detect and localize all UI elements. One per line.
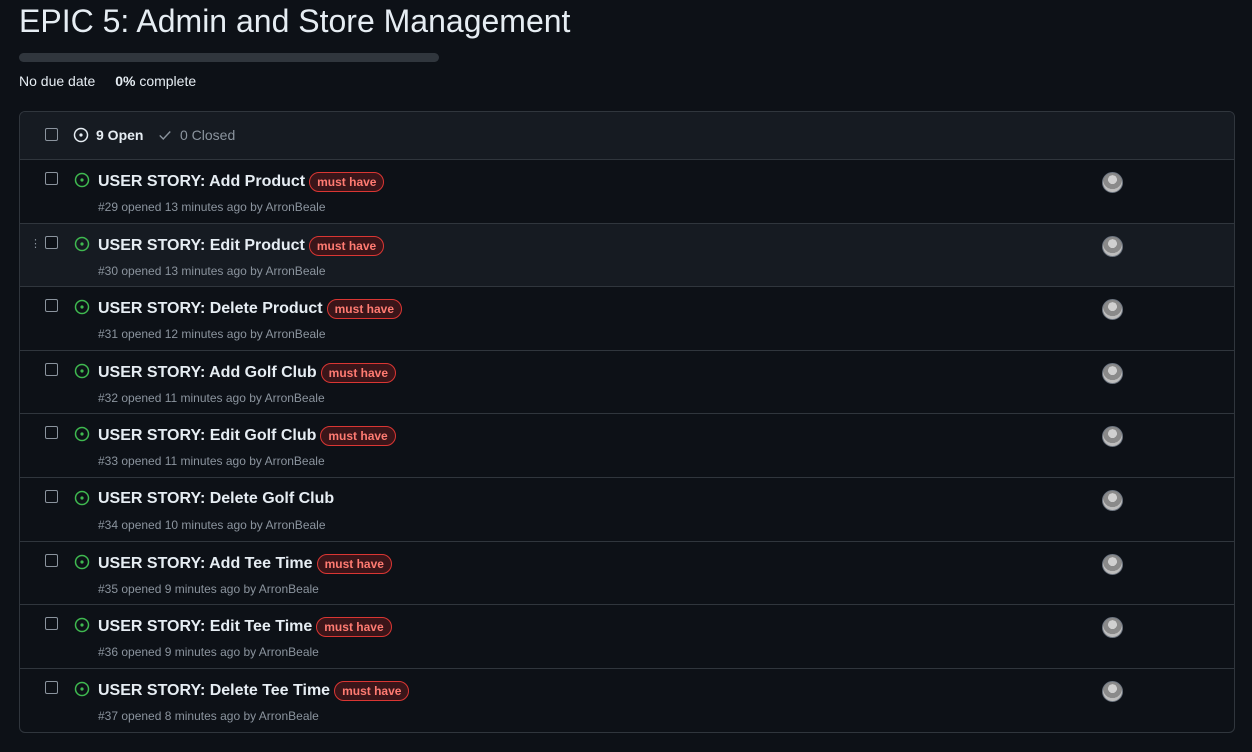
issue-checkbox[interactable] bbox=[45, 680, 58, 694]
label-must-have[interactable]: must have bbox=[320, 426, 396, 447]
issue-checkbox[interactable] bbox=[45, 362, 58, 376]
issue-rows: USER STORY: Add Product must have #29 open… bbox=[20, 160, 1234, 732]
assignee-avatar[interactable] bbox=[1102, 553, 1123, 575]
issue-row[interactable]: ⋮⋮ USER STORY: Edit Product must have #30 o… bbox=[20, 223, 1234, 288]
milestone-progress-bar bbox=[19, 53, 439, 62]
issue-meta: #31 opened 12 minutes ago by ArronBeale bbox=[98, 327, 326, 342]
issue-checkbox[interactable] bbox=[45, 426, 58, 440]
issue-meta: #34 opened 10 minutes ago by ArronBeale bbox=[98, 517, 326, 532]
label-must-have[interactable]: must have bbox=[320, 362, 397, 383]
issue-title-link[interactable]: USER STORY: Delete Tee Time bbox=[98, 682, 330, 700]
issue-title-group: USER STORY: Add Tee Time must have bbox=[98, 553, 392, 574]
completion: 0% complete bbox=[115, 73, 196, 89]
label-must-have[interactable]: must have bbox=[316, 617, 392, 638]
check-icon bbox=[158, 128, 172, 142]
assignee-avatar[interactable] bbox=[1102, 680, 1123, 702]
issue-opened-icon bbox=[74, 554, 90, 570]
issue-checkbox[interactable] bbox=[45, 235, 58, 249]
issue-title-group: USER STORY: Delete Golf Club bbox=[98, 490, 334, 508]
issue-meta: #35 opened 9 minutes ago by ArronBeale bbox=[98, 581, 319, 596]
issue-meta: #36 opened 9 minutes ago by ArronBeale bbox=[98, 645, 319, 660]
assignee-avatar[interactable] bbox=[1102, 235, 1123, 257]
issue-opened-icon bbox=[73, 127, 89, 143]
milestone-meta: No due date 0% complete bbox=[19, 73, 196, 89]
issue-opened-icon bbox=[74, 681, 90, 697]
assignee-avatar[interactable] bbox=[1102, 299, 1123, 321]
issue-title-link[interactable]: USER STORY: Add Product bbox=[98, 173, 305, 191]
assignee-avatar[interactable] bbox=[1102, 362, 1123, 384]
issue-row[interactable]: USER STORY: Edit Golf Club must have #33 o… bbox=[20, 414, 1234, 478]
issue-row[interactable]: USER STORY: Add Golf Club must have #32 op… bbox=[20, 351, 1234, 415]
issue-title-group: USER STORY: Add Product must have bbox=[98, 172, 385, 192]
due-date: No due date bbox=[19, 73, 96, 89]
issue-title-link[interactable]: USER STORY: Edit Tee Time bbox=[98, 618, 312, 636]
issue-opened-icon bbox=[74, 172, 90, 188]
issue-title-group: USER STORY: Delete Product must have bbox=[98, 299, 402, 320]
issues-list-header: 9 Open 0 Closed bbox=[20, 112, 1234, 160]
issue-title-group: USER STORY: Edit Tee Time must have bbox=[98, 617, 392, 638]
assignee-avatar[interactable] bbox=[1102, 617, 1123, 639]
issues-list: 9 Open 0 Closed USER STORY: Add Product m… bbox=[19, 111, 1235, 733]
issue-row[interactable]: USER STORY: Edit Tee Time must have #36 op… bbox=[20, 605, 1234, 669]
issue-checkbox[interactable] bbox=[45, 299, 58, 313]
issue-opened-icon bbox=[74, 363, 90, 379]
closed-count: 0 Closed bbox=[180, 127, 236, 143]
assignee-avatar[interactable] bbox=[1102, 489, 1123, 511]
issue-title-link[interactable]: USER STORY: Edit Golf Club bbox=[98, 427, 316, 445]
issue-row[interactable]: USER STORY: Delete Golf Club #34 opened 1… bbox=[20, 478, 1234, 542]
completion-label: complete bbox=[139, 73, 197, 89]
issue-row[interactable]: USER STORY: Delete Product must have #31 o… bbox=[20, 287, 1234, 351]
issue-checkbox[interactable] bbox=[45, 617, 58, 631]
issue-meta: #29 opened 13 minutes ago by ArronBeale bbox=[98, 200, 326, 214]
issue-opened-icon bbox=[74, 426, 90, 442]
issue-opened-icon bbox=[74, 236, 90, 252]
issue-opened-icon bbox=[74, 617, 90, 633]
completion-value: 0% bbox=[115, 73, 136, 89]
issue-title-link[interactable]: USER STORY: Delete Golf Club bbox=[98, 490, 334, 508]
issue-row[interactable]: USER STORY: Add Tee Time must have #35 ope… bbox=[20, 542, 1234, 606]
assignee-avatar[interactable] bbox=[1102, 426, 1123, 448]
label-must-have[interactable]: must have bbox=[334, 680, 410, 701]
issue-meta: #30 opened 13 minutes ago by ArronBeale bbox=[98, 263, 326, 278]
issue-title-link[interactable]: USER STORY: Add Tee Time bbox=[98, 555, 313, 573]
open-issues-tab[interactable]: 9 Open bbox=[73, 127, 143, 143]
issue-checkbox[interactable] bbox=[45, 553, 58, 567]
issue-opened-icon bbox=[74, 299, 90, 315]
issue-meta: #37 opened 8 minutes ago by ArronBeale bbox=[98, 708, 319, 723]
issue-title-link[interactable]: USER STORY: Add Golf Club bbox=[98, 364, 317, 382]
label-must-have[interactable]: must have bbox=[316, 553, 392, 574]
issue-meta: #33 opened 11 minutes ago by ArronBeale bbox=[98, 454, 325, 469]
closed-issues-tab[interactable]: 0 Closed bbox=[158, 127, 235, 143]
milestone-title: EPIC 5: Admin and Store Management bbox=[19, 3, 571, 39]
open-count: 9 Open bbox=[96, 127, 144, 143]
issue-checkbox[interactable] bbox=[45, 172, 58, 185]
label-must-have[interactable]: must have bbox=[326, 299, 402, 320]
issue-opened-icon bbox=[74, 490, 90, 506]
label-must-have[interactable]: must have bbox=[309, 172, 385, 192]
label-must-have[interactable]: must have bbox=[308, 235, 385, 256]
issue-checkbox[interactable] bbox=[45, 489, 58, 503]
assignee-avatar[interactable] bbox=[1102, 172, 1123, 193]
issue-title-group: USER STORY: Edit Golf Club must have bbox=[98, 426, 396, 447]
issue-meta: #32 opened 11 minutes ago by ArronBeale bbox=[98, 390, 325, 405]
issue-title-group: USER STORY: Edit Product must have bbox=[98, 235, 385, 256]
issue-title-link[interactable]: USER STORY: Edit Product bbox=[98, 237, 305, 255]
issue-row[interactable]: USER STORY: Delete Tee Time must have #37 … bbox=[20, 669, 1234, 732]
select-all-checkbox[interactable] bbox=[45, 128, 58, 141]
issue-title-group: USER STORY: Add Golf Club must have bbox=[98, 362, 397, 383]
issue-row[interactable]: USER STORY: Add Product must have #29 open… bbox=[20, 160, 1234, 224]
issue-title-group: USER STORY: Delete Tee Time must have bbox=[98, 680, 410, 701]
issue-title-link[interactable]: USER STORY: Delete Product bbox=[98, 300, 323, 318]
